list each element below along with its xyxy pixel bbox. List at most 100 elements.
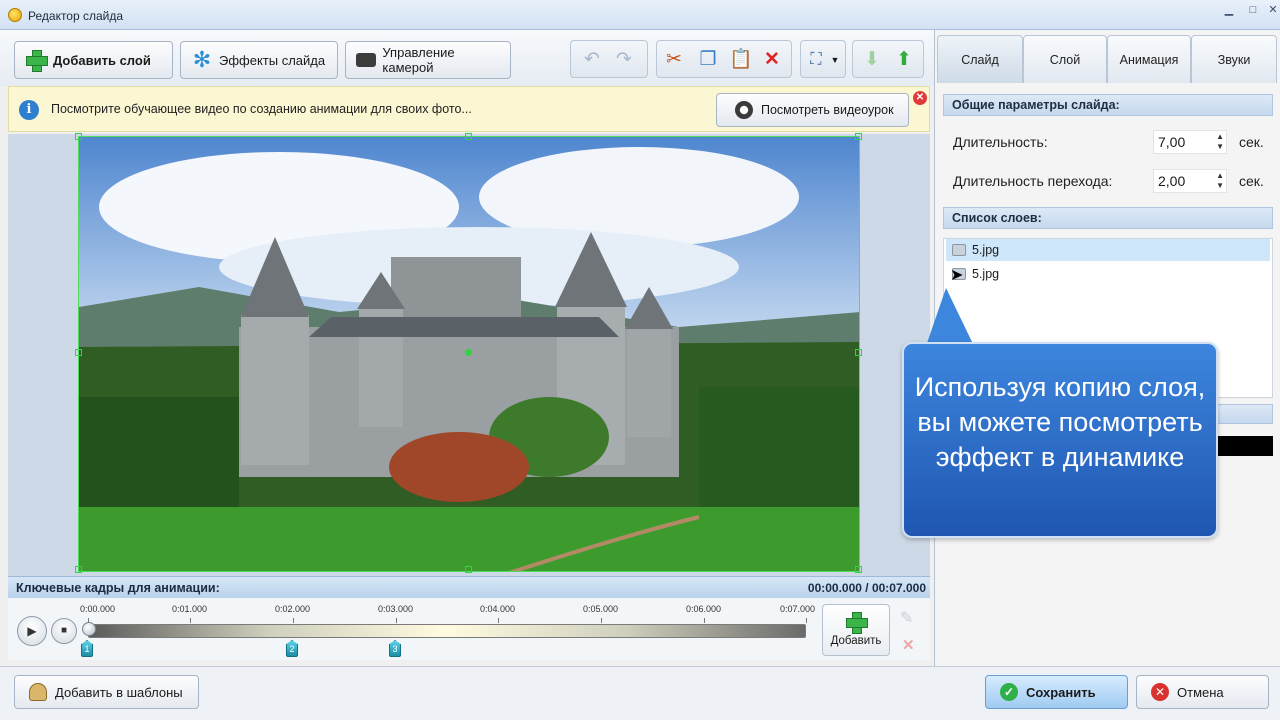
layer-item[interactable]: 5.jpg <box>946 239 1270 261</box>
resize-handle[interactable] <box>465 133 472 140</box>
cut-icon[interactable]: ✂ <box>663 49 685 71</box>
timeline: ▶ ■ 0:00.000 0:01.000 0:02.000 0:03.000 … <box>8 598 930 660</box>
cancel-icon: ✕ <box>1151 683 1169 701</box>
user-add-icon <box>29 683 47 701</box>
edit-keyframe-icon[interactable]: ✎ <box>900 608 913 628</box>
callout-pointer <box>926 288 974 346</box>
transition-stepper[interactable]: 2,00 ▲ ▼ <box>1153 169 1227 193</box>
keyframe-marker[interactable]: 1 <box>81 640 93 657</box>
spin-arrows-icon[interactable]: ▲ ▼ <box>1216 132 1224 152</box>
center-handle[interactable] <box>465 349 472 356</box>
tab-sounds[interactable]: Звуки <box>1191 35 1277 83</box>
toolbar: Добавить слой ✻ Эффекты слайда Управлени… <box>0 30 934 86</box>
tab-layer[interactable]: Слой <box>1023 35 1107 83</box>
fit-screen-icon: ⛶ <box>810 51 822 68</box>
resize-handle[interactable] <box>855 133 862 140</box>
resize-handle[interactable] <box>855 349 862 356</box>
layer-item[interactable]: 5.jpg <box>946 263 1270 285</box>
timeline-track[interactable] <box>88 624 806 638</box>
tick <box>601 618 602 623</box>
add-to-templates-button[interactable]: Добавить в шаблоны <box>14 675 199 709</box>
add-to-templates-label: Добавить в шаблоны <box>55 684 183 700</box>
save-label: Сохранить <box>1026 684 1096 700</box>
info-bar: i Посмотрите обучающее видео по созданию… <box>8 86 930 132</box>
layer-name: 5.jpg <box>972 243 1000 257</box>
keyframe-marker[interactable]: 3 <box>389 640 401 657</box>
tick-label: 0:01.000 <box>172 604 208 614</box>
undo-redo-group: ↶ ↷ <box>570 40 648 78</box>
time-readout: 00:00.000 / 00:07.000 <box>807 581 926 595</box>
duration-unit: сек. <box>1239 134 1264 150</box>
redo-icon[interactable]: ↷ <box>613 49 635 71</box>
spin-arrows-icon[interactable]: ▲ ▼ <box>1216 171 1224 191</box>
fit-dropdown[interactable]: ⛶ ▼ <box>800 40 846 78</box>
layers-header: Список слоев: <box>943 207 1273 229</box>
layer-order-group: ⬇ ⬆ <box>852 40 924 78</box>
add-layer-button[interactable]: Добавить слой <box>14 41 173 79</box>
tick <box>190 618 191 623</box>
close-window-icon[interactable]: ✕ <box>1262 4 1280 18</box>
tick-label: 0:06.000 <box>686 604 722 614</box>
add-keyframe-button[interactable]: Добавить <box>822 604 890 656</box>
slide-canvas[interactable] <box>8 133 930 602</box>
editor-area: Добавить слой ✻ Эффекты слайда Управлени… <box>0 30 934 666</box>
move-down-icon[interactable]: ⬇ <box>861 49 883 71</box>
slide-effects-button[interactable]: ✻ Эффекты слайда <box>180 41 338 79</box>
camera-control-label: Управление камерой <box>382 45 455 75</box>
save-button[interactable]: ✓ Сохранить <box>985 675 1128 709</box>
tick <box>396 618 397 623</box>
mouse-cursor-icon: ➤ <box>950 267 964 284</box>
add-keyframe-label: Добавить <box>830 635 882 647</box>
playhead-handle[interactable] <box>82 622 96 636</box>
play-icon[interactable]: ▶ <box>17 616 47 646</box>
copy-icon[interactable]: ❐ <box>697 49 719 71</box>
close-info-icon[interactable]: ✕ <box>913 91 927 105</box>
cancel-button[interactable]: ✕ Отмена <box>1136 675 1269 709</box>
paste-icon[interactable]: 📋 <box>729 49 753 71</box>
resize-handle[interactable] <box>75 133 82 140</box>
tick-label: 0:03.000 <box>378 604 414 614</box>
check-icon: ✓ <box>1000 683 1018 701</box>
add-layer-label: Добавить слой <box>53 52 151 68</box>
app-icon <box>8 8 22 22</box>
tick-label: 0:05.000 <box>583 604 619 614</box>
general-params-header: Общие параметры слайда: <box>943 94 1273 116</box>
stop-icon[interactable]: ■ <box>51 618 77 644</box>
undo-icon[interactable]: ↶ <box>581 49 603 71</box>
tick <box>293 618 294 623</box>
delete-keyframe-icon[interactable]: ✕ <box>902 636 915 654</box>
duration-stepper[interactable]: 7,00 ▲ ▼ <box>1153 130 1227 154</box>
minimize-icon[interactable]: ▁ <box>1218 4 1240 18</box>
title-bar: Редактор слайда ▁ □ ✕ <box>0 0 1280 30</box>
keyframes-title: Ключевые кадры для анимации: <box>16 581 220 595</box>
tutorial-callout: Используя копию слоя, вы можете посмотре… <box>902 342 1218 538</box>
slide-effects-label: Эффекты слайда <box>219 52 326 68</box>
tick-label: 0:02.000 <box>275 604 311 614</box>
tab-animation[interactable]: Анимация <box>1107 35 1191 83</box>
tab-slide[interactable]: Слайд <box>937 35 1023 83</box>
keyframe-marker[interactable]: 2 <box>286 640 298 657</box>
plus-icon <box>25 49 48 72</box>
webcam-icon <box>735 101 753 119</box>
snowflake-icon: ✻ <box>192 47 212 72</box>
tick <box>806 618 807 623</box>
watch-video-label: Посмотреть видеоурок <box>761 103 894 117</box>
move-up-icon[interactable]: ⬆ <box>893 49 915 71</box>
watch-video-button[interactable]: Посмотреть видеоурок <box>716 93 909 127</box>
info-text: Посмотрите обучающее видео по созданию а… <box>51 102 472 116</box>
resize-handle[interactable] <box>465 566 472 573</box>
resize-handle[interactable] <box>855 566 862 573</box>
layer-name: 5.jpg <box>972 267 1000 281</box>
plus-icon <box>845 611 868 634</box>
delete-icon[interactable]: ✕ <box>761 49 783 71</box>
duration-value: 7,00 <box>1158 134 1186 150</box>
maximize-icon[interactable]: □ <box>1242 4 1264 18</box>
transition-unit: сек. <box>1239 173 1264 189</box>
resize-handle[interactable] <box>75 349 82 356</box>
camera-control-button[interactable]: Управление камерой <box>345 41 511 79</box>
tick <box>498 618 499 623</box>
cancel-label: Отмена <box>1177 684 1224 700</box>
tick-label: 0:00.000 <box>80 604 116 614</box>
resize-handle[interactable] <box>75 566 82 573</box>
clipboard-group: ✂ ❐ 📋 ✕ <box>656 40 792 78</box>
